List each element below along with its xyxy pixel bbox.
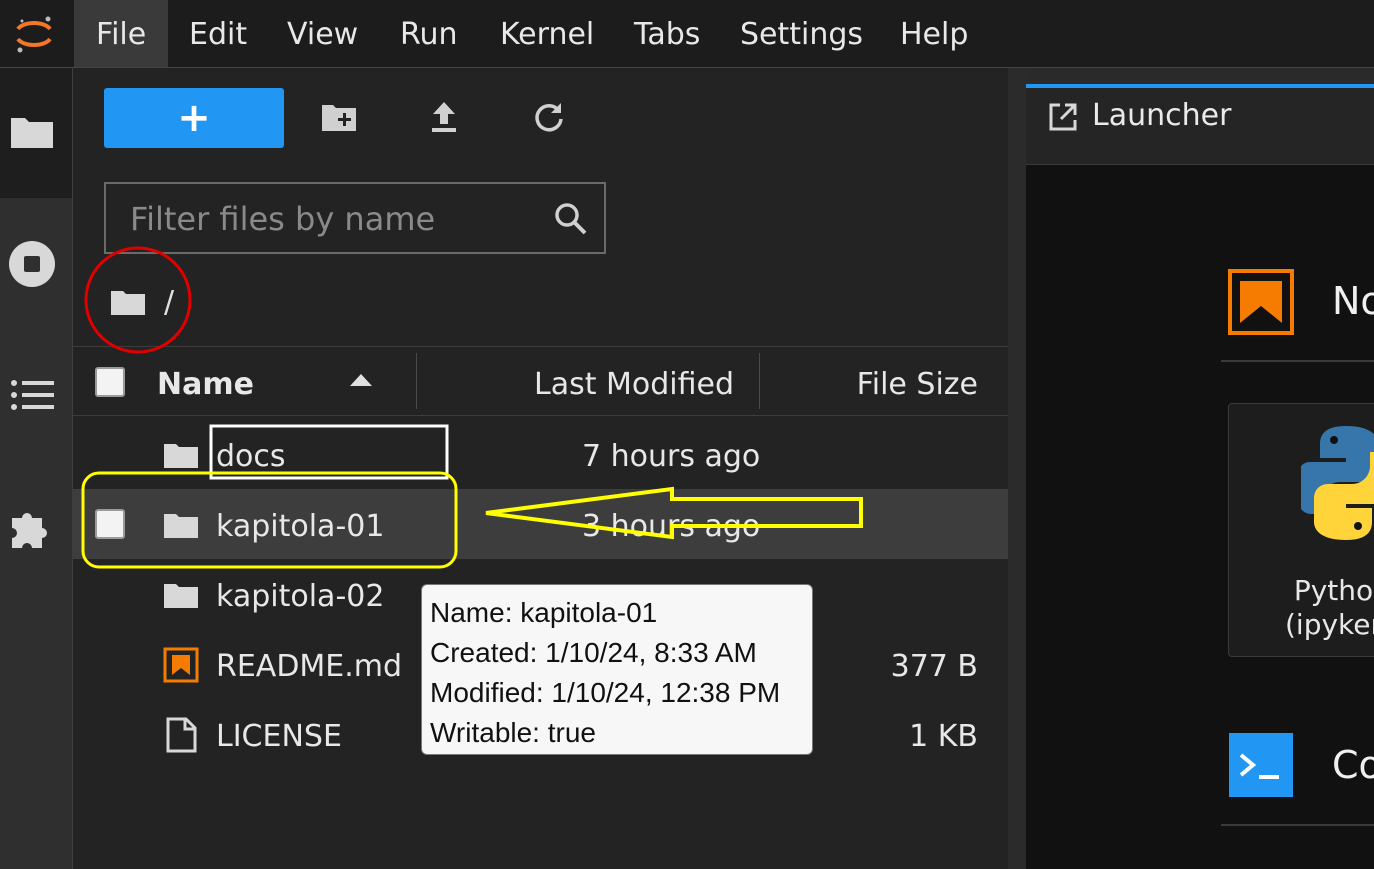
activity-bar [0,68,73,869]
refresh-icon [535,103,563,132]
breadcrumb: / [110,282,174,322]
python-kernel-card[interactable]: Pytho (ipyker [1228,403,1374,657]
tab-title: Launcher [1092,98,1232,133]
home-folder-icon[interactable] [110,287,146,317]
search-icon [555,203,587,235]
folder-icon [164,514,198,538]
menubar: File Edit View Run Kernel Tabs Settings … [0,0,1374,68]
folder-icon[interactable] [8,108,56,156]
tab-launcher[interactable]: Launcher [1026,84,1374,164]
column-separator[interactable] [759,353,760,409]
menu-help[interactable]: Help [878,0,990,67]
notebook-section-icon [1228,269,1294,335]
file-name: kapitola-02 [216,579,385,614]
launcher: No Pytho (ipyker Co [1026,165,1374,869]
refresh-button[interactable] [528,96,570,138]
menu-view[interactable]: View [265,0,380,67]
tab-bar: Launcher [1026,68,1374,165]
main-area: Launcher No Pytho (ipyker Co [1026,68,1374,869]
new-launcher-button[interactable]: + [104,88,284,148]
folder-icon [164,584,198,608]
column-header-file-size[interactable]: File Size [857,347,978,415]
puzzle-icon[interactable] [8,504,56,552]
jupyter-logo-icon[interactable] [0,0,68,67]
folder-icon [164,444,198,468]
upload-icon [432,102,456,132]
file-name: README.md [216,649,403,684]
select-all-checkbox[interactable] [95,367,125,397]
breadcrumb-root[interactable]: / [164,285,174,320]
file-icon [166,717,197,753]
tooltip-created: Created: 1/10/24, 8:33 AM [430,637,757,668]
console-section-icon [1229,733,1293,797]
list-icon[interactable] [8,373,56,421]
file-name: LICENSE [216,719,342,754]
menu-settings[interactable]: Settings [718,0,885,67]
column-header-last-modified[interactable]: Last Modified [534,347,734,415]
divider [1221,360,1374,362]
file-modified: 7 hours ago [582,439,761,474]
file-name: docs [216,439,286,474]
file-size: 377 B [890,649,978,684]
file-name: kapitola-01 [216,509,385,544]
new-folder-button[interactable] [318,96,360,138]
menu-file[interactable]: File [74,0,169,67]
new-folder-icon [322,105,356,131]
row-checkbox[interactable] [95,509,125,539]
sort-ascending-icon [350,374,372,386]
column-separator[interactable] [416,353,417,409]
filter-box [104,182,606,254]
file-row-kapitola-01[interactable]: kapitola-01 3 hours ago [73,489,1008,559]
section-title-console: Co [1332,743,1374,787]
menu-edit[interactable]: Edit [167,0,269,67]
column-header-name[interactable]: Name [157,347,254,415]
markdown-file-icon [163,647,199,683]
stop-circle-icon[interactable] [8,240,56,288]
menu-run[interactable]: Run [378,0,480,67]
launch-icon [1049,103,1077,131]
listing-header: Name Last Modified File Size [73,346,1008,416]
divider [1221,824,1374,826]
section-title-notebook: No [1332,279,1374,323]
file-modified: 3 hours ago [582,509,761,544]
kernel-card-label: Pytho (ipyker [1285,574,1374,641]
plus-icon: + [177,95,211,141]
file-row-docs[interactable]: docs 7 hours ago [73,419,1008,489]
menu-kernel[interactable]: Kernel [478,0,616,67]
menu-tabs[interactable]: Tabs [612,0,722,67]
file-size: 1 KB [909,719,978,754]
filter-input[interactable] [128,194,542,244]
tooltip-writable: Writable: true [430,717,596,748]
panel-splitter[interactable] [1008,68,1026,869]
upload-button[interactable] [423,96,465,138]
tooltip-name: Name: kapitola-01 [430,597,658,628]
tooltip-modified: Modified: 1/10/24, 12:38 PM [430,677,781,708]
python-logo-icon [1301,426,1374,540]
file-tooltip: Name: kapitola-01 Created: 1/10/24, 8:33… [421,584,813,755]
